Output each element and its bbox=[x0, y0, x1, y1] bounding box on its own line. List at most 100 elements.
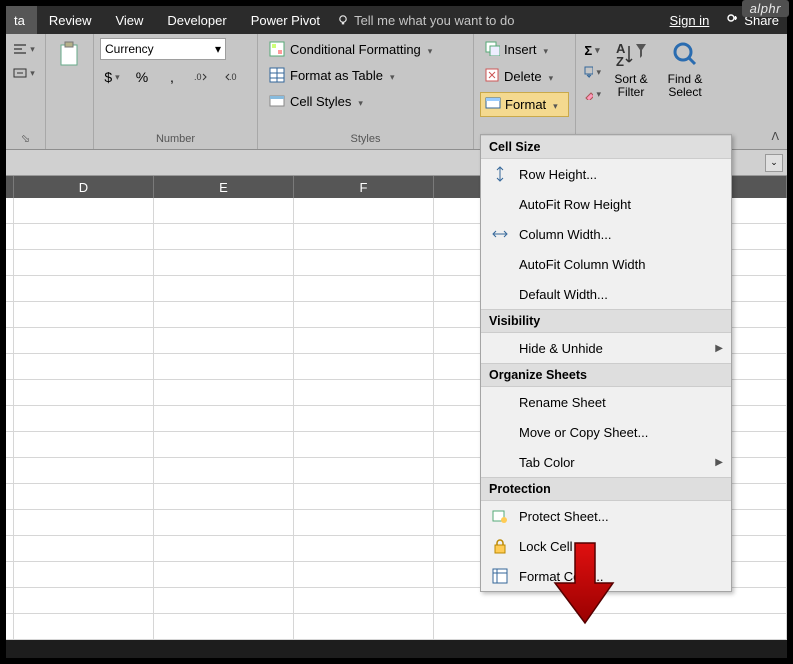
find-select-button[interactable]: Find & Select bbox=[660, 38, 710, 101]
chevron-down-icon bbox=[355, 94, 363, 109]
paste-button[interactable] bbox=[53, 38, 87, 72]
menu-autofit-column[interactable]: AutoFit Column Width bbox=[481, 249, 731, 279]
comma-button[interactable]: , bbox=[160, 66, 184, 88]
col-header-D[interactable]: D bbox=[14, 176, 154, 198]
expand-formula-bar-button[interactable]: ⌄ bbox=[765, 154, 783, 172]
merge-center-button[interactable] bbox=[12, 62, 36, 84]
row-height-icon bbox=[489, 165, 511, 183]
lightbulb-icon bbox=[336, 13, 350, 27]
menu-move-copy[interactable]: Move or Copy Sheet... bbox=[481, 417, 731, 447]
number-format-combo[interactable]: Currency ▾ bbox=[100, 38, 226, 60]
chevron-down-icon bbox=[425, 42, 433, 57]
menu-section-visibility: Visibility bbox=[481, 309, 731, 333]
accounting-format-button[interactable]: $ bbox=[100, 66, 124, 88]
increase-decimal-button[interactable]: .0 bbox=[190, 66, 214, 88]
wrap-text-button[interactable] bbox=[12, 38, 36, 60]
format-icon bbox=[485, 95, 501, 114]
format-label: Format bbox=[505, 97, 546, 112]
blank-icon bbox=[489, 195, 511, 213]
share-icon bbox=[725, 12, 741, 28]
menu-row-height[interactable]: Row Height... bbox=[481, 159, 731, 189]
menu-section-cell-size: Cell Size bbox=[481, 135, 731, 159]
blank-icon bbox=[489, 285, 511, 303]
tab-view[interactable]: View bbox=[103, 6, 155, 34]
menu-section-organize: Organize Sheets bbox=[481, 363, 731, 387]
menu-column-width[interactable]: Column Width... bbox=[481, 219, 731, 249]
blank-icon bbox=[489, 255, 511, 273]
sign-in-link[interactable]: Sign in bbox=[662, 6, 718, 34]
tell-me-search[interactable]: Tell me what you want to do bbox=[332, 13, 661, 28]
blank-icon bbox=[489, 453, 511, 471]
number-format-value: Currency bbox=[105, 42, 154, 56]
insert-icon bbox=[484, 40, 500, 59]
format-cells-button[interactable]: Format bbox=[480, 92, 569, 117]
alignment-dialog-launcher[interactable]: ⬂ bbox=[6, 130, 45, 149]
ribbon: ⬂ Currency ▾ $ % , bbox=[6, 34, 787, 150]
group-number-label: Number bbox=[94, 131, 257, 149]
fill-button[interactable] bbox=[582, 62, 602, 82]
submenu-arrow-icon: ▶ bbox=[715, 457, 723, 468]
chevron-down-icon bbox=[550, 97, 558, 112]
menu-protect-sheet-label: Protect Sheet... bbox=[519, 509, 723, 524]
menu-lock-cell[interactable]: Lock Cell bbox=[481, 531, 731, 561]
chevron-down-icon: ▾ bbox=[215, 42, 221, 56]
blank-icon bbox=[489, 339, 511, 357]
menu-tab-color-label: Tab Color bbox=[519, 455, 707, 470]
menu-format-cells-label: Format Cells... bbox=[519, 569, 723, 584]
conditional-formatting-button[interactable]: Conditional Formatting bbox=[264, 38, 467, 60]
find-select-icon bbox=[671, 40, 699, 71]
chevron-down-icon bbox=[387, 68, 395, 83]
sort-filter-button[interactable]: AZ Sort & Filter bbox=[606, 38, 656, 101]
cell-styles-button[interactable]: Cell Styles bbox=[264, 90, 467, 112]
ribbon-tabs: ta Review View Developer Power Pivot Tel… bbox=[6, 6, 787, 34]
menu-rename-sheet-label: Rename Sheet bbox=[519, 395, 723, 410]
menu-tab-color[interactable]: Tab Color ▶ bbox=[481, 447, 731, 477]
collapse-ribbon-button[interactable]: ᐱ bbox=[771, 130, 779, 143]
delete-cells-button[interactable]: Delete bbox=[480, 65, 569, 88]
submenu-arrow-icon: ▶ bbox=[715, 343, 723, 354]
cell-styles-label: Cell Styles bbox=[290, 94, 351, 109]
tell-me-placeholder: Tell me what you want to do bbox=[354, 13, 514, 28]
menu-hide-unhide[interactable]: Hide & Unhide ▶ bbox=[481, 333, 731, 363]
delete-icon bbox=[484, 67, 500, 86]
group-styles-label: Styles bbox=[258, 131, 473, 149]
delete-label: Delete bbox=[504, 69, 542, 84]
chevron-down-icon bbox=[541, 42, 549, 57]
find-select-label: Find & Select bbox=[662, 73, 708, 99]
menu-default-width[interactable]: Default Width... bbox=[481, 279, 731, 309]
menu-column-width-label: Column Width... bbox=[519, 227, 723, 242]
watermark-badge: alphr bbox=[742, 0, 789, 17]
menu-lock-cell-label: Lock Cell bbox=[519, 539, 723, 554]
menu-format-cells[interactable]: Format Cells... bbox=[481, 561, 731, 591]
menu-default-width-label: Default Width... bbox=[519, 287, 723, 302]
decrease-decimal-button[interactable]: .0 bbox=[220, 66, 244, 88]
clear-button[interactable] bbox=[582, 84, 602, 104]
tab-review[interactable]: Review bbox=[37, 6, 104, 34]
cell-styles-icon bbox=[268, 92, 286, 110]
conditional-formatting-label: Conditional Formatting bbox=[290, 42, 421, 57]
menu-move-copy-label: Move or Copy Sheet... bbox=[519, 425, 723, 440]
insert-label: Insert bbox=[504, 42, 537, 57]
column-width-icon bbox=[489, 225, 511, 243]
percent-button[interactable]: % bbox=[130, 66, 154, 88]
menu-protect-sheet[interactable]: Protect Sheet... bbox=[481, 501, 731, 531]
format-as-table-button[interactable]: Format as Table bbox=[264, 64, 467, 86]
autosum-button[interactable]: Σ bbox=[582, 40, 602, 60]
tab-data-partial[interactable]: ta bbox=[6, 6, 37, 34]
conditional-formatting-icon bbox=[268, 40, 286, 58]
insert-cells-button[interactable]: Insert bbox=[480, 38, 569, 61]
sort-filter-label: Sort & Filter bbox=[608, 73, 654, 99]
tab-developer[interactable]: Developer bbox=[155, 6, 238, 34]
col-header-F[interactable]: F bbox=[294, 176, 434, 198]
format-cells-icon bbox=[489, 567, 511, 585]
col-header-E[interactable]: E bbox=[154, 176, 294, 198]
col-header-stub[interactable] bbox=[6, 176, 14, 198]
svg-text:.0: .0 bbox=[229, 72, 237, 82]
menu-autofit-row[interactable]: AutoFit Row Height bbox=[481, 189, 731, 219]
tab-power-pivot[interactable]: Power Pivot bbox=[239, 6, 332, 34]
menu-rename-sheet[interactable]: Rename Sheet bbox=[481, 387, 731, 417]
format-dropdown-menu: Cell Size Row Height... AutoFit Row Heig… bbox=[480, 134, 732, 592]
blank-icon bbox=[489, 423, 511, 441]
svg-text:Z: Z bbox=[616, 54, 624, 68]
lock-icon bbox=[489, 537, 511, 555]
